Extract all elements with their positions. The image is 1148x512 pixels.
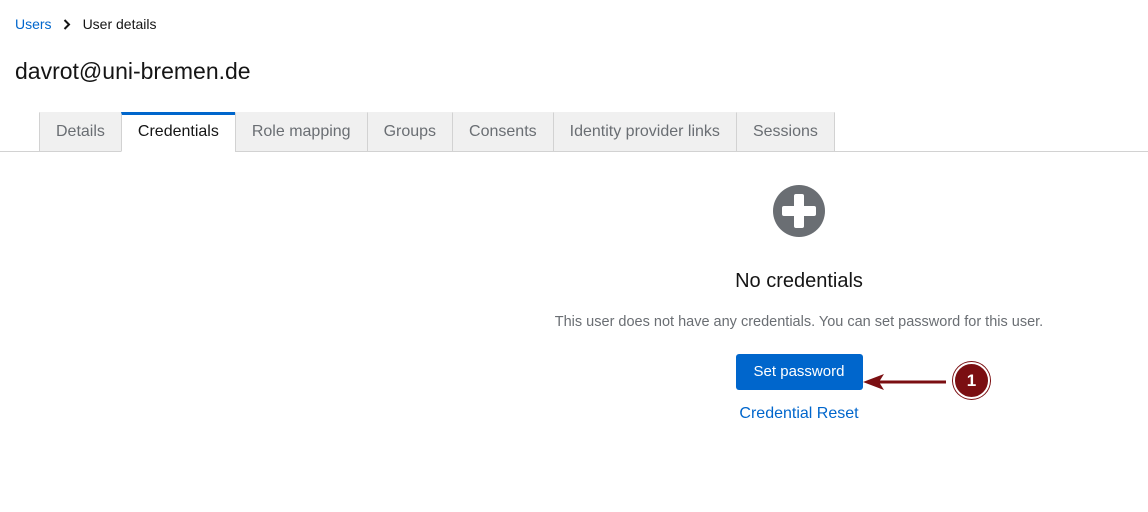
breadcrumb: Users User details	[15, 16, 156, 32]
plus-circle-icon	[772, 184, 826, 238]
user-details-page: Users User details davrot@uni-bremen.de …	[0, 0, 1148, 512]
tab-bar: Details Credentials Role mapping Groups …	[39, 112, 835, 152]
tab-identity-provider-links[interactable]: Identity provider links	[552, 112, 736, 152]
arrow-left-icon	[863, 374, 946, 390]
page-title: davrot@uni-bremen.de	[15, 58, 251, 84]
tab-consents[interactable]: Consents	[452, 112, 553, 152]
tab-role-mapping[interactable]: Role mapping	[234, 112, 367, 152]
breadcrumb-current: User details	[82, 16, 157, 32]
annotation-marker: 1	[953, 362, 990, 399]
breadcrumb-users-link[interactable]: Users	[15, 16, 52, 32]
tab-groups[interactable]: Groups	[366, 112, 453, 152]
credential-reset-link[interactable]: Credential Reset	[449, 404, 1148, 424]
empty-state-title: No credentials	[735, 270, 863, 292]
empty-state: No credentials This user does not have a…	[449, 184, 1148, 424]
chevron-right-icon	[63, 16, 73, 32]
tab-details[interactable]: Details	[39, 112, 121, 152]
empty-state-body: This user does not have any credentials.…	[554, 314, 1044, 330]
set-password-button[interactable]: Set password	[735, 354, 863, 390]
tab-sessions[interactable]: Sessions	[735, 112, 835, 152]
tab-credentials[interactable]: Credentials	[120, 112, 235, 152]
